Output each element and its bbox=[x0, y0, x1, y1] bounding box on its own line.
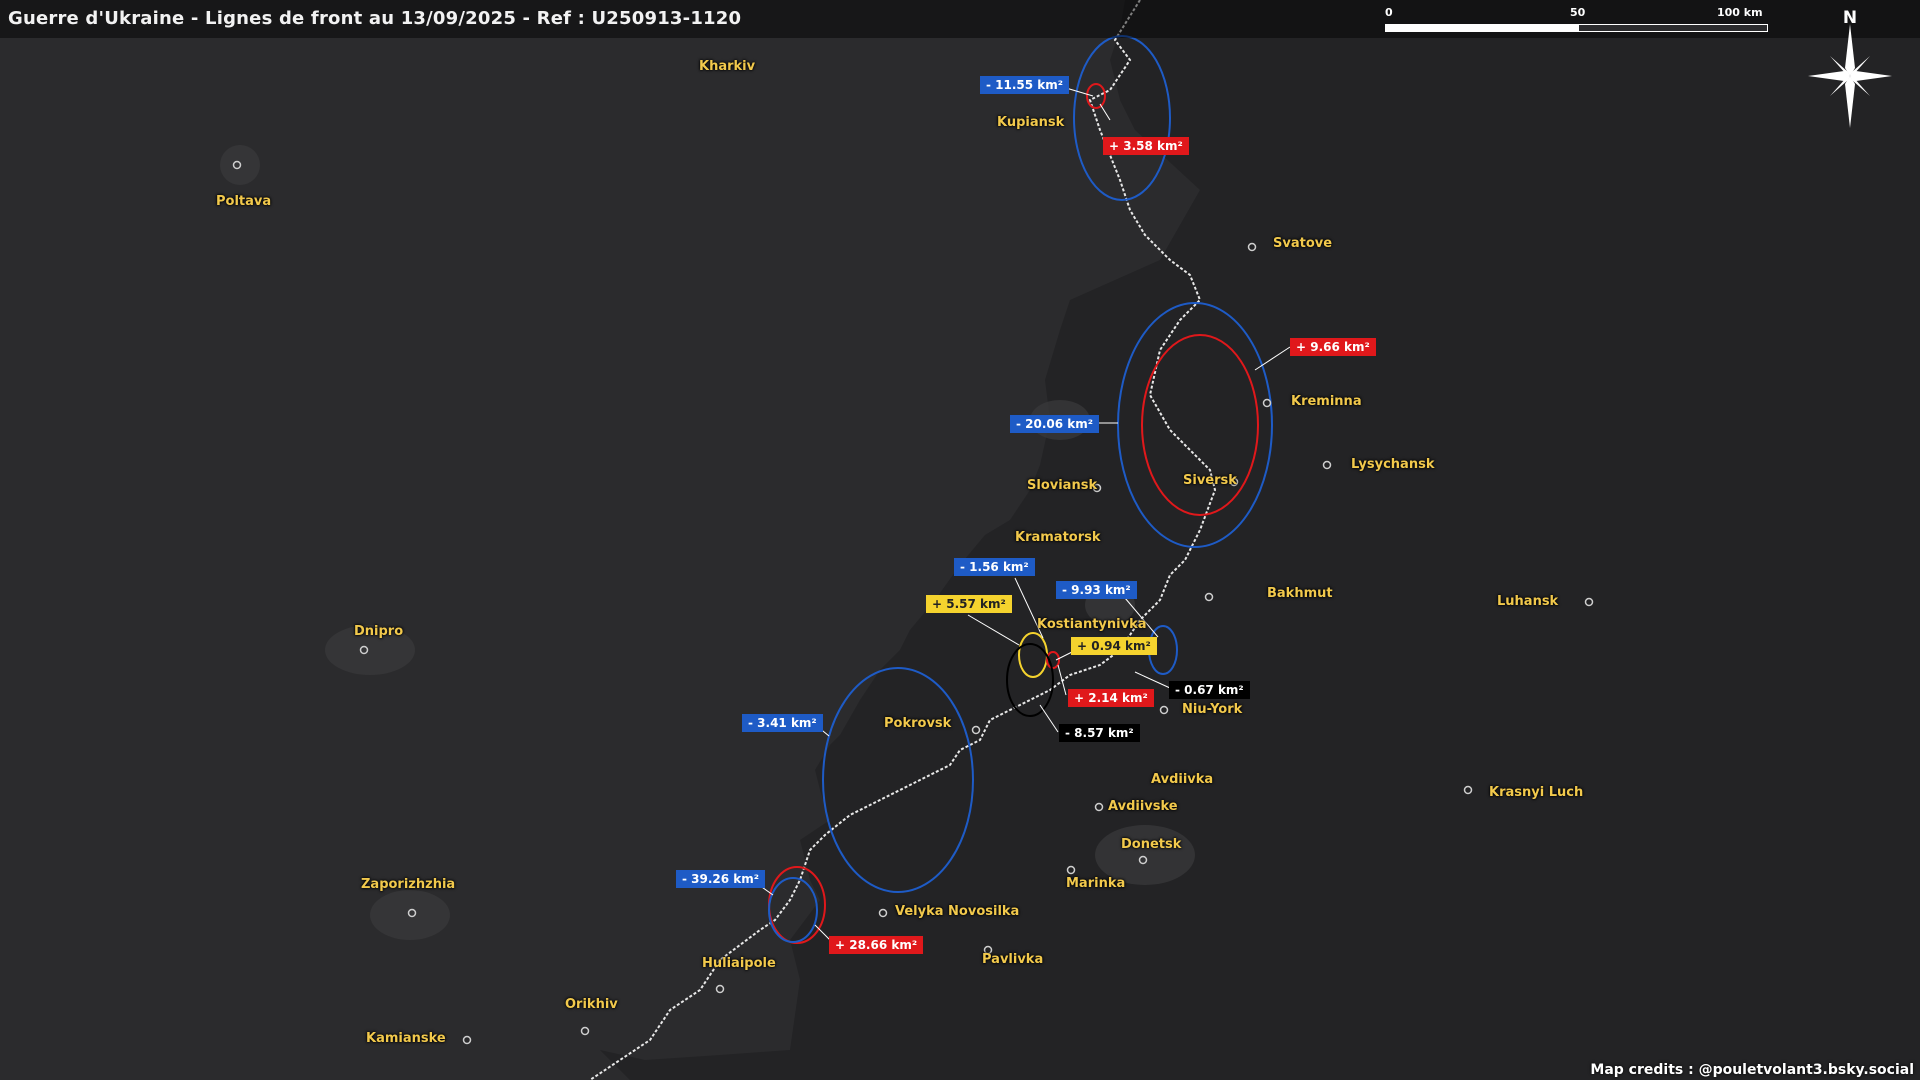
map-credits: Map credits : @pouletvolant3.bsky.social bbox=[1590, 1062, 1914, 1078]
city-label-lysychansk: Lysychansk bbox=[1351, 457, 1435, 472]
city-label-avdiivske: Avdiivske bbox=[1108, 799, 1178, 814]
change-badge-kostiantynivka-loss: - 1.56 km² bbox=[954, 558, 1035, 576]
change-badge-bakhmut-loss: - 9.93 km² bbox=[1056, 581, 1137, 599]
city-label-velyka-novosilka: Velyka Novosilka bbox=[895, 904, 1020, 919]
city-label-orikhiv: Orikhiv bbox=[565, 997, 618, 1012]
scale-label-50: 50 bbox=[1570, 6, 1586, 19]
change-badge-kreminna-gain: + 9.66 km² bbox=[1290, 338, 1376, 356]
change-badge-kostiantynivka-gain: + 2.14 km² bbox=[1068, 689, 1154, 707]
map-title: Guerre d'Ukraine - Lignes de front au 13… bbox=[8, 8, 742, 29]
change-badge-huliaipole-gain: + 28.66 km² bbox=[829, 936, 924, 954]
scale-label-0: 0 bbox=[1385, 6, 1393, 19]
city-label-siversk: Siversk bbox=[1183, 473, 1237, 488]
change-badge-pokrovsk-loss: - 3.41 km² bbox=[742, 714, 823, 732]
change-badge-niu-york-neutral: - 0.67 km² bbox=[1169, 681, 1250, 699]
change-badge-kupiansk-gain: + 3.58 km² bbox=[1103, 137, 1189, 155]
city-label-avdiivka: Avdiivka bbox=[1151, 772, 1214, 787]
city-label-kramatorsk: Kramatorsk bbox=[1015, 530, 1101, 545]
scale-segment-2 bbox=[1578, 24, 1768, 32]
scale-segment-1 bbox=[1385, 24, 1578, 32]
city-label-bakhmut: Bakhmut bbox=[1267, 586, 1333, 601]
change-badge-siversk-loss: - 20.06 km² bbox=[1010, 415, 1100, 433]
change-badge-kostiantynivka-contested: + 5.57 km² bbox=[926, 595, 1012, 613]
change-badge-southern-neutral: - 8.57 km² bbox=[1059, 724, 1140, 742]
compass-rose-icon bbox=[1808, 24, 1892, 128]
city-label-marinka: Marinka bbox=[1066, 876, 1126, 891]
city-label-kamianske: Kamianske bbox=[366, 1031, 446, 1046]
city-label-niu-york: Niu-York bbox=[1182, 702, 1243, 717]
change-badge-huliaipole-loss: - 39.26 km² bbox=[676, 870, 766, 888]
city-label-poltava: Poltava bbox=[216, 194, 272, 209]
change-badge-small-contested: + 0.94 km² bbox=[1071, 637, 1157, 655]
scale-label-100: 100 km bbox=[1717, 6, 1763, 19]
city-label-svatove: Svatove bbox=[1273, 236, 1333, 251]
city-label-kreminna: Kreminna bbox=[1291, 394, 1362, 409]
city-label-pokrovsk: Pokrovsk bbox=[884, 716, 952, 731]
city-label-kostiantynivka: Kostiantynivka bbox=[1037, 617, 1147, 632]
north-arrow: N bbox=[1808, 8, 1892, 128]
city-label-kupiansk: Kupiansk bbox=[997, 115, 1065, 130]
city-label-luhansk: Luhansk bbox=[1497, 594, 1559, 609]
change-badge-kupiansk-loss: - 11.55 km² bbox=[980, 76, 1070, 94]
city-label-donetsk: Donetsk bbox=[1121, 837, 1182, 852]
city-label-kharkiv: Kharkiv bbox=[699, 59, 756, 74]
city-label-sloviansk: Sloviansk bbox=[1027, 478, 1098, 493]
city-label-zaporizhzhia: Zaporizhzhia bbox=[361, 877, 456, 892]
city-label-dnipro: Dnipro bbox=[354, 624, 404, 639]
city-label-krasnyi-luch: Krasnyi Luch bbox=[1489, 785, 1584, 800]
scale-bar: 0 50 100 km bbox=[1385, 6, 1770, 36]
city-label-pavlivka: Pavlivka bbox=[982, 952, 1044, 967]
city-label-huliaipole: Huliaipole bbox=[702, 956, 776, 971]
